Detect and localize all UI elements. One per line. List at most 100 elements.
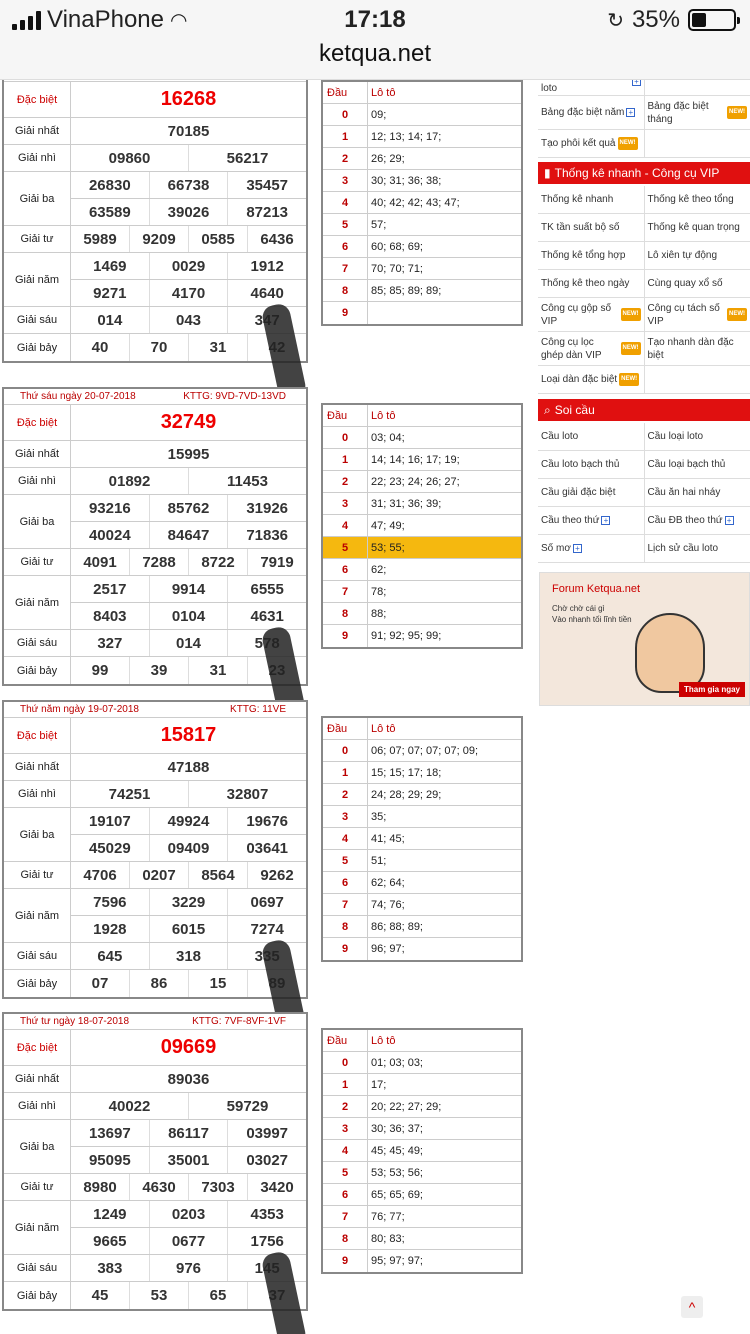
sidebar-link [643, 366, 750, 393]
sidebar-link-text[interactable]: Công cụ gộp số VIP [541, 302, 619, 328]
sidebar-link[interactable]: Thống kê quan trọng [643, 214, 750, 241]
loto-head-digit: 7 [323, 1206, 368, 1227]
sidebar-link-text[interactable]: Cầu loto [541, 430, 578, 443]
sidebar-link-text[interactable]: Công cụ tách số VIP [648, 302, 726, 328]
loto-head-digit: 3 [323, 806, 368, 827]
sidebar-link[interactable]: Cầu loto [538, 423, 644, 450]
prize-number: 318 [148, 943, 228, 969]
loto-head-digit: 7 [323, 894, 368, 915]
sidebar-link-text[interactable]: Bảng đặc biệt năm [541, 106, 624, 119]
address-bar[interactable]: ketqua.net [0, 40, 750, 68]
sidebar-link[interactable]: Thống kê đầu đuôi loto+ [538, 80, 644, 95]
prize-number: 4640 [227, 280, 306, 306]
sidebar-link[interactable]: Cầu loại bạch thủ [643, 451, 750, 478]
prize-number: 7596 [93, 893, 127, 911]
sidebar-link-text[interactable]: Cầu loto bạch thủ [541, 458, 619, 471]
sidebar-link-text[interactable]: Loại dàn đặc biệt [541, 373, 617, 386]
sidebar-link[interactable]: Thống kê theo tổng [643, 186, 750, 213]
result-date[interactable]: Thứ năm ngày 19-07-2018 [20, 704, 139, 715]
loto-head-digit: 8 [323, 1228, 368, 1249]
forum-ad-banner[interactable]: Forum Ketqua.net Chờ chờ cái gì Vào nhanh … [539, 572, 750, 706]
sidebar-link-text[interactable]: Thống kê tổng hợp [541, 249, 625, 262]
sidebar-link-text[interactable]: Thống kê theo ngày [541, 277, 629, 290]
expand-icon[interactable]: + [626, 108, 636, 117]
prize-row-g5: Giải năm 1249 0203 4353 9665 0677 1756 [4, 1201, 306, 1255]
sidebar-link-text[interactable]: Cầu ĐB theo thứ [648, 514, 723, 527]
prize-label: Giải tư [4, 862, 71, 888]
prize-row-g1: Giải nhất 15995 [4, 441, 306, 468]
prize-number: 40 [91, 339, 109, 356]
sidebar-link-text[interactable]: Tạo nhanh dàn đặc biệt [648, 336, 748, 362]
sidebar-link[interactable]: Công cụ lọc ghép dàn VIP NEW! [538, 332, 644, 365]
prize-values: 8980 4630 7303 3420 [71, 1174, 306, 1200]
sidebar-link-text[interactable]: Thống kê nhanh [541, 193, 613, 206]
loto-values: 78; [371, 585, 387, 598]
prize-values: 4706 0207 8564 9262 [71, 862, 306, 888]
sidebar-link[interactable]: Lịch sử cầu loto [643, 535, 750, 562]
sidebar-link[interactable]: Cùng quay xổ số [643, 270, 750, 297]
sidebar-link[interactable]: Bảng đặc biệt tháng NEW! [643, 96, 750, 129]
join-button[interactable]: Tham gia ngay [678, 682, 745, 697]
sidebar-link[interactable]: Lô xiên tự động [643, 242, 750, 269]
sidebar-link[interactable]: Thống kê theo ngày [538, 270, 644, 297]
expand-icon[interactable]: + [632, 80, 641, 86]
sidebar-link-text[interactable]: Công cụ lọc ghép dàn VIP [541, 336, 619, 362]
cartoon-illustration [635, 613, 705, 693]
prize-value-row: 1469 0029 1912 [71, 253, 306, 279]
loto-values: 17; [371, 1078, 387, 1091]
loto-row: 0 01; 03; 03; [323, 1052, 521, 1074]
sidebar-link-text[interactable]: Cầu loại loto [648, 430, 704, 443]
sidebar-row: TK tần suất bộ số Thống kê quan trọng [538, 214, 750, 242]
sidebar-link[interactable]: Cầu loto bạch thủ [538, 451, 644, 478]
sidebar-link-text[interactable]: Cùng quay xổ số [648, 277, 723, 290]
prize-number: 31926 [227, 495, 306, 521]
scroll-to-top-button[interactable]: ^ [681, 1296, 703, 1318]
sidebar-link[interactable]: Tạo nhanh dàn đặc biệt [643, 332, 750, 365]
sidebar-link-text[interactable]: Lô xiên tự động [648, 249, 718, 262]
loto-head-digit: 9 [323, 625, 368, 647]
prize-row-g7: Giải bảy40703142 [4, 334, 306, 361]
expand-icon[interactable]: + [601, 516, 611, 525]
prize-number: 0207 [129, 862, 188, 888]
loto-head-digit: 4 [323, 828, 368, 849]
sidebar-link-text[interactable]: Bảng đặc biệt tháng [648, 100, 726, 126]
sidebar-link-text[interactable]: Thống kê quan trọng [648, 221, 740, 234]
loto-header: Đầu Lô tô [323, 1030, 521, 1052]
sidebar-link[interactable]: Cầu loại loto [643, 423, 750, 450]
sidebar-link[interactable]: Cầu theo thứ + [538, 507, 644, 534]
sidebar-link[interactable]: Bảng đặc biệt năm + [538, 96, 644, 129]
sidebar-link-text[interactable]: Thống kê theo tổng [648, 193, 734, 206]
sidebar-link[interactable]: Số mơ + [538, 535, 644, 562]
sidebar-link[interactable]: TK tần suất bộ số [538, 214, 644, 241]
result-date[interactable]: Thứ tư ngày 18-07-2018 [20, 1016, 129, 1027]
expand-icon[interactable]: + [572, 544, 582, 553]
expand-icon[interactable]: + [724, 516, 734, 525]
sidebar-link-text[interactable]: Cầu ăn hai nháy [648, 486, 721, 499]
sidebar-link-text[interactable]: Lịch sử cầu loto [648, 542, 719, 555]
sidebar-link[interactable]: Thống kê nhanh [538, 186, 644, 213]
sidebar-row: Cầu theo thứ + Cầu ĐB theo thứ + [538, 507, 750, 535]
sidebar-link-text[interactable]: Cầu giải đặc biệt [541, 486, 616, 499]
sidebar-link-text[interactable]: TK tần suất bộ số [541, 221, 619, 234]
loto-values: 62; 64; [371, 876, 405, 889]
loto-col-label: Lô tô [371, 1034, 396, 1047]
prize-row-g6: Giải sáu383976145 [4, 1255, 306, 1282]
sidebar-link[interactable]: Cầu ĐB theo thứ + [643, 507, 750, 534]
loto-values: 03; 04; [371, 431, 405, 444]
sidebar-link[interactable]: Cầu ăn hai nháy [643, 479, 750, 506]
sidebar-link-text[interactable]: Cầu theo thứ [541, 514, 599, 527]
sidebar-link-text[interactable]: Tạo phôi kết quả [541, 137, 616, 150]
sidebar-link-text[interactable]: Thống kê đầu đuôi loto [541, 80, 630, 95]
sidebar-link[interactable]: Công cụ gộp số VIP NEW! [538, 298, 644, 331]
sidebar-link[interactable]: Thống kê tổng hợp [538, 242, 644, 269]
sidebar-link[interactable]: Công cụ tách số VIP NEW! [643, 298, 750, 331]
sidebar-link[interactable]: Cầu giải đặc biệt [538, 479, 644, 506]
sidebar-link[interactable]: Tạo phôi kết quả NEW! [538, 130, 644, 157]
prize-values: 09860 56217 [71, 145, 306, 171]
sidebar-link[interactable]: Loại dàn đặc biệt NEW! [538, 366, 644, 393]
loto-values: 20; 22; 27; 29; [371, 1100, 442, 1113]
loto-row: 9 95; 97; 97; [323, 1250, 521, 1272]
sidebar-link-text[interactable]: Số mơ [541, 542, 571, 555]
sidebar-link-text[interactable]: Cầu loại bạch thủ [648, 458, 726, 471]
result-date[interactable]: Thứ sáu ngày 20-07-2018 [20, 391, 136, 402]
